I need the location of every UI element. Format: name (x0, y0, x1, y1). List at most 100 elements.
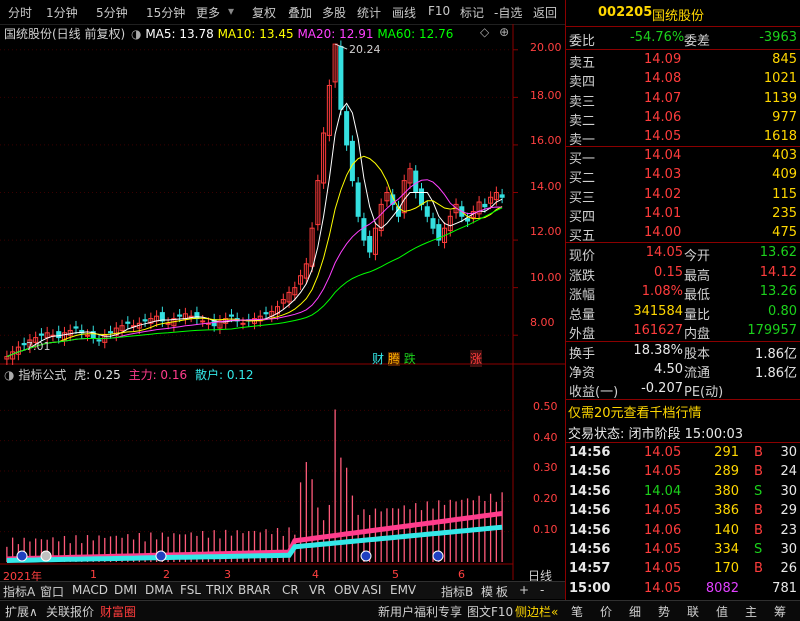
indicator-tab[interactable]: DMA (145, 583, 173, 597)
dropdown-icon[interactable]: ▾ (228, 4, 234, 18)
promo-row[interactable]: 仅需20元查看千档行情 (566, 400, 800, 421)
marker-up[interactable]: 涨 (470, 350, 483, 367)
candle-body[interactable] (413, 170, 419, 193)
diamond-icon[interactable]: ◇ (480, 25, 489, 39)
orderbook-row[interactable]: 卖四 14.08 1021 (566, 69, 800, 90)
candle-body[interactable] (465, 218, 471, 222)
orderbook-row[interactable]: 买一 14.04 403 (566, 146, 800, 167)
stats-button[interactable]: 统计 (357, 4, 381, 21)
tab-15min[interactable]: 15分钟 (146, 4, 185, 21)
wealth-circle-button[interactable]: 财富圈 (100, 603, 136, 620)
promo-text[interactable]: 仅需20元查看千档行情 (568, 402, 702, 421)
side-tab[interactable]: 联 (687, 603, 699, 620)
signal-marker[interactable] (432, 550, 444, 562)
candle-body[interactable] (228, 314, 234, 317)
tab-minute-chart[interactable]: 分时 (8, 4, 32, 21)
side-tab[interactable]: 细 (629, 603, 641, 620)
expand-button[interactable]: 扩展∧ (5, 603, 38, 620)
indicator-tab[interactable]: FSL (180, 583, 201, 597)
candle-body[interactable] (424, 206, 430, 217)
orderbook-row[interactable]: 卖五 14.09 845 (566, 50, 800, 71)
indicator-tab[interactable]: + (519, 583, 529, 597)
candle-body[interactable] (200, 320, 206, 323)
new-user-welfare-link[interactable]: 新用户福利专享 (378, 603, 462, 620)
orderbook-row[interactable]: 买三 14.02 115 (566, 185, 800, 206)
candle-body[interactable] (361, 218, 367, 241)
indicator-tab[interactable]: 窗口 (40, 583, 64, 600)
candle-body[interactable] (240, 322, 246, 325)
draw-line-button[interactable]: 画线 (392, 4, 416, 21)
candle-body[interactable] (84, 334, 91, 337)
indicator-tab[interactable]: VR (309, 583, 326, 597)
add-watchlist-button[interactable]: -自选 (494, 4, 522, 21)
signal-marker[interactable] (360, 550, 372, 562)
f10-button[interactable]: F10 (428, 4, 450, 18)
indicator-tab[interactable]: 模 (481, 583, 493, 600)
back-button[interactable]: 返回 (533, 4, 557, 21)
multi-stock-button[interactable]: 多股 (322, 4, 346, 21)
indicator-tab[interactable]: CR (282, 583, 299, 597)
side-tab[interactable]: 势 (658, 603, 670, 620)
tab-1min[interactable]: 1分钟 (46, 4, 78, 21)
indicator-tab[interactable]: 板 (496, 583, 508, 600)
indicator-tab[interactable]: 指标B (441, 583, 473, 600)
more-button[interactable]: 更多 (196, 4, 220, 21)
marker-fall[interactable]: 跌 (404, 352, 416, 366)
indicator-tab[interactable]: TRIX (206, 583, 233, 597)
candle-body[interactable] (177, 314, 183, 317)
candle-body[interactable] (73, 326, 79, 329)
sidebar-toggle[interactable]: 侧边栏« (515, 603, 558, 620)
orderbook-row[interactable]: 买二 14.03 409 (566, 165, 800, 186)
orderbook-row[interactable]: 卖三 14.07 1139 (566, 89, 800, 110)
related-quote-button[interactable]: 关联报价 (46, 603, 94, 620)
candle-body[interactable] (430, 218, 436, 229)
tab-5min[interactable]: 5分钟 (96, 4, 128, 21)
signal-marker[interactable] (155, 550, 167, 562)
candle-body[interactable] (482, 203, 488, 208)
candle-body[interactable] (418, 188, 425, 205)
indicator-tab[interactable]: MACD (72, 583, 108, 597)
candle-body[interactable] (194, 312, 200, 320)
side-tab[interactable]: 价 (600, 603, 612, 620)
indicator-tab[interactable]: 指标A (3, 583, 35, 600)
orderbook-row[interactable]: 卖二 14.06 977 (566, 108, 800, 129)
kline-chart[interactable] (0, 24, 565, 580)
indicator-tab[interactable]: EMV (390, 583, 416, 597)
indicator-tab[interactable]: ASI (362, 583, 381, 597)
candle-body[interactable] (96, 339, 102, 342)
signal-marker[interactable] (40, 550, 52, 562)
f10-text-button[interactable]: 图文F10 (467, 603, 513, 620)
candle-body[interactable] (344, 111, 350, 146)
overlay-button[interactable]: 叠加 (288, 4, 312, 21)
candle-body[interactable] (499, 194, 505, 198)
marker-finance[interactable]: 财 (372, 352, 384, 366)
indicator-settings-icon[interactable]: ◑ (4, 368, 14, 382)
candle-body[interactable] (263, 312, 269, 315)
mark-button[interactable]: 标记 (460, 4, 484, 21)
expand-icon[interactable]: ⊕ (499, 25, 509, 39)
candle-body[interactable] (125, 321, 131, 324)
side-tab[interactable]: 主 (745, 603, 757, 620)
candle-body[interactable] (108, 331, 114, 334)
quote-panel: 002205 国统股份 委比 -54.76% 委差 -3963 卖五 14.09… (565, 0, 800, 620)
indicator-tab[interactable]: DMI (114, 583, 137, 597)
orderbook-row[interactable]: 买四 14.01 235 (566, 204, 800, 225)
candle-body[interactable] (367, 236, 373, 253)
side-tab[interactable]: 值 (716, 603, 728, 620)
candle-body[interactable] (142, 319, 148, 322)
candle-body[interactable] (165, 322, 171, 325)
candle-body[interactable] (338, 45, 344, 110)
marker-rise[interactable]: 腾 (387, 352, 400, 366)
candle-body[interactable] (56, 331, 62, 339)
indicator-tab[interactable]: BRAR (238, 583, 271, 597)
adjust-button[interactable]: 复权 (252, 4, 276, 21)
signal-marker[interactable] (16, 550, 28, 562)
indicator-tab[interactable]: OBV (334, 583, 360, 597)
indicator-tab[interactable]: - (540, 583, 544, 597)
settings-icon[interactable]: ◑ (131, 27, 141, 41)
side-tab[interactable]: 筹 (774, 603, 786, 620)
candle-body[interactable] (349, 140, 355, 182)
side-tab[interactable]: 笔 (571, 603, 583, 620)
candle-body[interactable] (355, 182, 361, 217)
candle-body[interactable] (38, 333, 44, 336)
